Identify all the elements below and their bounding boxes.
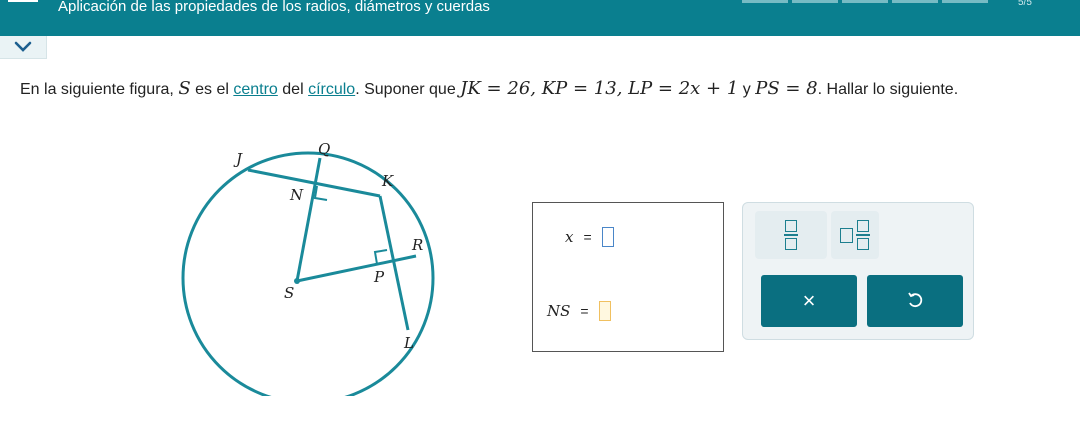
equals-sign: = bbox=[580, 303, 589, 319]
progress-segment bbox=[742, 0, 788, 3]
label-s: S bbox=[284, 284, 294, 302]
statement-text: es el bbox=[190, 81, 234, 98]
fraction-button[interactable] bbox=[755, 211, 827, 259]
menu-icon[interactable] bbox=[8, 0, 38, 8]
progress-segment bbox=[892, 0, 938, 3]
label-l: L bbox=[403, 334, 414, 352]
statement-text: En la siguiente figura, bbox=[20, 81, 179, 98]
point-s bbox=[294, 278, 300, 284]
label-p: P bbox=[373, 268, 385, 286]
x-label: x bbox=[565, 228, 574, 246]
top-header: Aplicación de las propiedades de los rad… bbox=[0, 0, 1080, 36]
center-variable: S bbox=[178, 78, 191, 99]
answer-row-ns: NS = bbox=[547, 301, 611, 321]
ns-input[interactable] bbox=[598, 301, 611, 321]
page-title: Aplicación de las propiedades de los rad… bbox=[58, 0, 490, 15]
collapse-toggle[interactable] bbox=[0, 36, 47, 59]
statement-text: . Suponer que bbox=[355, 81, 461, 98]
progress-segment bbox=[842, 0, 888, 3]
chevron-down-icon bbox=[14, 41, 32, 52]
equals-sign: = bbox=[583, 229, 592, 245]
label-j: J bbox=[233, 150, 243, 168]
ns-label: NS bbox=[547, 302, 571, 320]
answer-panel: x = NS = bbox=[532, 202, 724, 352]
math-palette: × bbox=[742, 202, 974, 340]
statement-text: del bbox=[277, 81, 309, 98]
geometry-diagram: J Q N K R P S L bbox=[181, 140, 435, 405]
statement-text: y bbox=[738, 81, 756, 98]
segment-qs bbox=[295, 157, 322, 282]
mixed-number-button[interactable] bbox=[831, 211, 879, 259]
link-circulo[interactable]: círculo bbox=[308, 81, 355, 98]
given-values: JK = 26, KP = 13, LP = 2x + 1 bbox=[460, 78, 739, 99]
progress-count: 5/5 bbox=[1018, 0, 1032, 8]
circle-figure: J Q N K R P S L bbox=[180, 136, 440, 405]
progress-segment bbox=[792, 0, 838, 3]
undo-icon bbox=[908, 292, 923, 308]
link-centro[interactable]: centro bbox=[233, 81, 277, 98]
problem-statement: En la siguiente figura, S es el centro d… bbox=[20, 78, 958, 99]
label-k: K bbox=[381, 172, 394, 190]
right-angle-n bbox=[313, 185, 328, 201]
progress-segment bbox=[942, 0, 988, 3]
progress-bar bbox=[742, 0, 988, 4]
label-n: N bbox=[289, 186, 304, 204]
label-q: Q bbox=[318, 140, 330, 158]
given-values-2: PS = 8 bbox=[755, 78, 818, 99]
x-input[interactable] bbox=[601, 227, 614, 247]
mixed-number-icon bbox=[840, 220, 870, 250]
statement-text: . Hallar lo siguiente. bbox=[817, 81, 959, 98]
fraction-icon bbox=[784, 220, 798, 250]
clear-button[interactable]: × bbox=[761, 275, 857, 327]
answer-row-x: x = bbox=[565, 227, 614, 247]
undo-button[interactable] bbox=[867, 275, 963, 327]
label-r: R bbox=[411, 236, 423, 254]
